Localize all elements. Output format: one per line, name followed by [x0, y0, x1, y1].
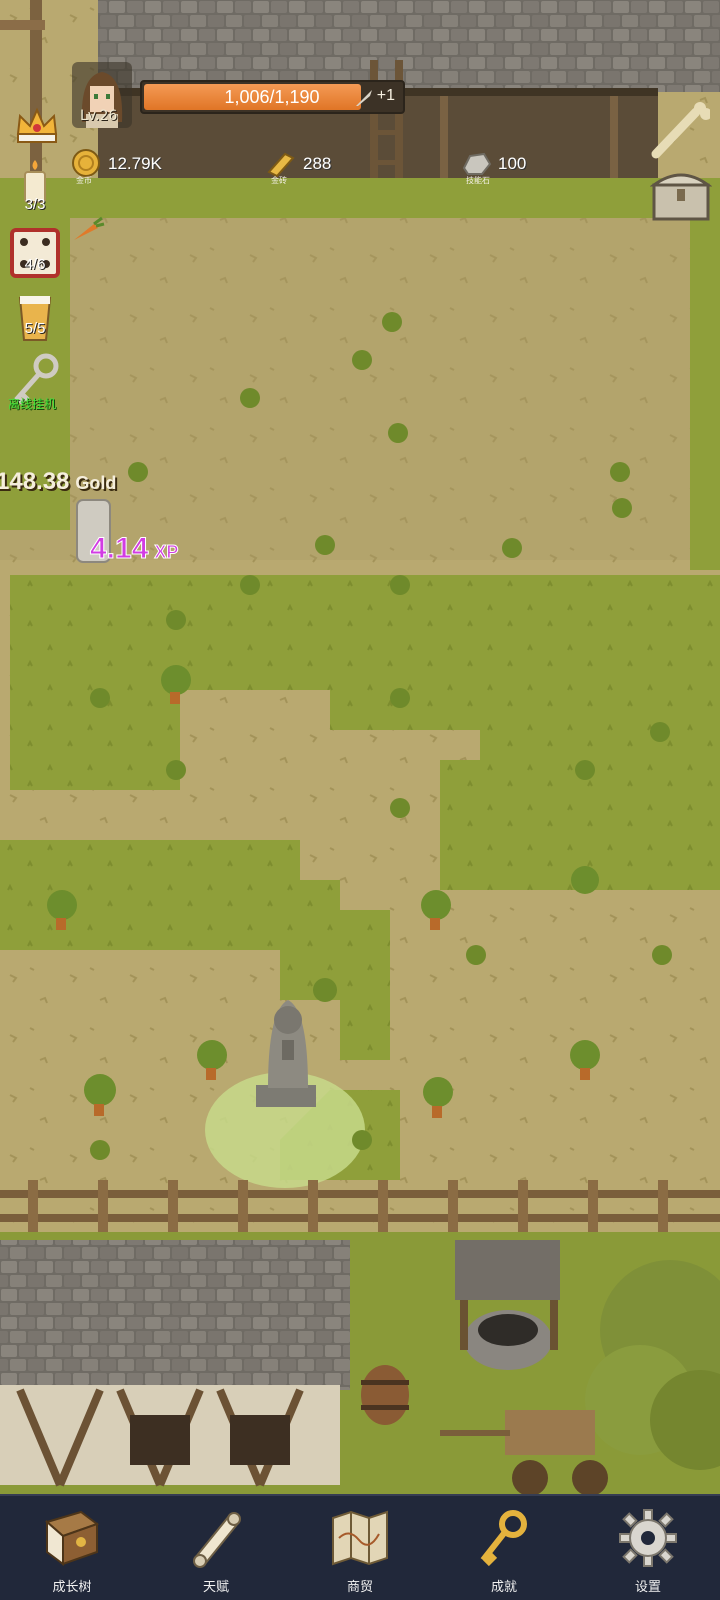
candle-count: 3/3: [24, 196, 46, 213]
nav-talent[interactable]: 天赋: [144, 1496, 288, 1600]
gold-gain-popup: 148.38 Gold: [0, 468, 116, 496]
gold-coin-value: 12.79K: [108, 154, 162, 173]
nav-trade[interactable]: 商贸: [288, 1496, 432, 1600]
xp-gain-popup: 4.14 XP: [89, 532, 179, 566]
offline-idle-label[interactable]: 离线挂机: [8, 395, 56, 412]
gold-bar-counter[interactable]: 288 金砖: [265, 144, 332, 185]
gold-gain-unit: Gold: [75, 473, 117, 493]
gold-bar-value: 288: [303, 154, 332, 173]
gold-gain-value: 148.38: [0, 468, 70, 495]
crown-icon[interactable]: [14, 104, 60, 148]
treasure-chest-icon[interactable]: [650, 165, 712, 223]
xp-plus: +1: [376, 87, 395, 104]
gold-coin-counter[interactable]: 12.79K 金币: [70, 144, 162, 185]
key-icon: [480, 1510, 527, 1567]
xp-gain-value: 4.14: [89, 532, 149, 566]
bone-weapon-icon[interactable]: [650, 100, 710, 160]
xp-gain-unit: XP: [154, 542, 179, 563]
farm-map: [0, 0, 720, 1494]
xp-bar: 1,006/1,190 +1: [140, 80, 405, 114]
gold-coin-label: 金币: [76, 176, 92, 185]
book-icon: [44, 1510, 100, 1566]
game-scene[interactable]: Lv.26 1,006/1,190 +1 12.79K 金币 288 金砖 10…: [0, 0, 720, 1494]
beer-button[interactable]: 5/5: [10, 292, 60, 348]
map-icon: [332, 1510, 388, 1566]
nav-achievement-label: 成就: [490, 1580, 517, 1595]
bottom-nav: 成长树 天赋 商贸 成就 设置: [0, 1494, 720, 1600]
scroll-icon: [193, 1512, 241, 1568]
gear-icon: [619, 1509, 677, 1567]
skill-stone-value: 100: [498, 154, 527, 173]
carrot-icon: [74, 216, 105, 240]
nav-settings[interactable]: 设置: [576, 1496, 720, 1600]
gold-bar-label: 金砖: [271, 176, 287, 185]
nav-settings-label: 设置: [634, 1580, 661, 1595]
nav-growth-tree-label: 成长树: [52, 1580, 92, 1595]
sword-icon: [356, 90, 372, 106]
beer-count: 5/5: [24, 320, 46, 337]
skill-stone-counter[interactable]: 100 技能石: [460, 144, 527, 185]
skill-stone-label: 技能石: [466, 176, 490, 185]
player-level: Lv.26: [80, 108, 118, 124]
candle-button[interactable]: 3/3: [10, 158, 60, 218]
dice-button[interactable]: 4/6: [10, 228, 60, 280]
dice-count: 4/6: [24, 256, 46, 273]
nav-achievement[interactable]: 成就: [432, 1496, 576, 1600]
nav-talent-label: 天赋: [202, 1580, 229, 1595]
nav-growth-tree[interactable]: 成长树: [0, 1496, 144, 1600]
nav-trade-label: 商贸: [346, 1580, 373, 1595]
